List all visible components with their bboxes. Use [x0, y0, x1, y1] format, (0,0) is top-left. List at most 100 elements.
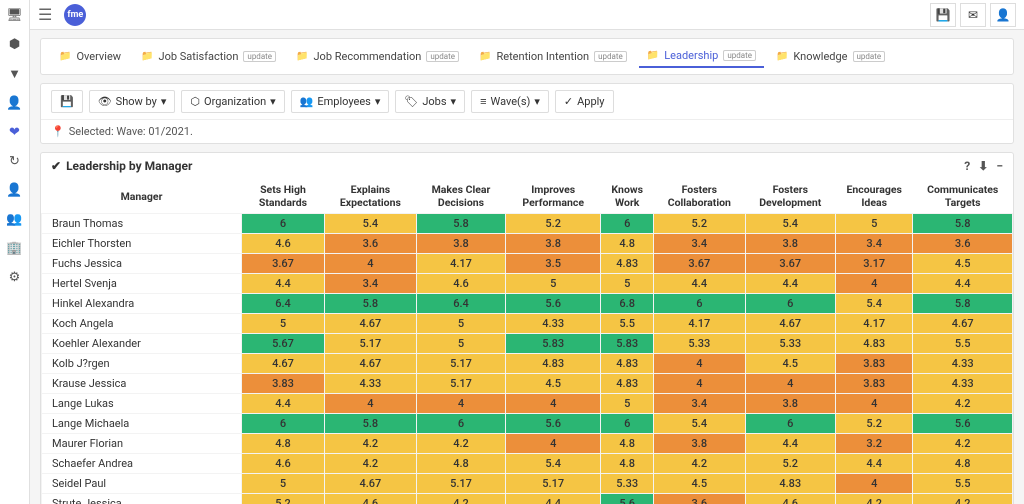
- score-cell: 3.83: [835, 374, 912, 394]
- score-cell: 4.67: [242, 354, 325, 374]
- score-cell: 4.8: [601, 434, 654, 454]
- organization-button[interactable]: ⬡ Organization ▾: [181, 90, 284, 113]
- score-cell: 3.67: [745, 254, 835, 274]
- col-header[interactable]: Fosters Development: [745, 179, 835, 214]
- jobs-button[interactable]: 🏷 Jobs ▾: [395, 90, 465, 113]
- manager-name: Strute Jessica: [42, 494, 242, 504]
- score-cell: 4.4: [506, 494, 601, 504]
- save-icon[interactable]: 💾: [930, 3, 956, 27]
- manager-name: Koch Angela: [42, 314, 242, 334]
- col-header[interactable]: Manager: [42, 179, 242, 214]
- tab-badge: update: [426, 51, 459, 62]
- users-icon[interactable]: 👥: [6, 212, 22, 227]
- col-header[interactable]: Makes Clear Decisions: [416, 179, 505, 214]
- check-icon: ✔: [51, 159, 61, 173]
- score-cell: 4.5: [654, 474, 745, 494]
- settings-icon[interactable]: ⚙: [9, 270, 21, 285]
- monitor-icon[interactable]: 🖥: [6, 8, 23, 23]
- score-cell: 5.4: [324, 214, 416, 234]
- waves-button[interactable]: ≡ Wave(s) ▾: [471, 90, 549, 113]
- score-cell: 3.6: [913, 234, 1013, 254]
- manager-name: Lange Michaela: [42, 414, 242, 434]
- manager-name: Schaefer Andrea: [42, 454, 242, 474]
- folder-icon: 📁: [479, 51, 491, 62]
- brand-logo: fme: [64, 4, 86, 26]
- score-cell: 4: [835, 394, 912, 414]
- score-cell: 4.83: [601, 254, 654, 274]
- score-cell: 5.33: [601, 474, 654, 494]
- table-row: Lange Michaela65.865.665.465.25.6: [42, 414, 1013, 434]
- score-cell: 4.4: [242, 394, 325, 414]
- tab-label: Knowledge: [793, 50, 847, 63]
- score-cell: 3.83: [242, 374, 325, 394]
- score-cell: 3.2: [835, 434, 912, 454]
- score-cell: 4.2: [835, 494, 912, 504]
- filter-icon[interactable]: ▼: [8, 66, 21, 82]
- col-header[interactable]: Improves Performance: [506, 179, 601, 214]
- tab-knowledge[interactable]: 📁Knowledgeupdate: [768, 46, 893, 67]
- refresh-icon[interactable]: ↻: [9, 154, 20, 169]
- score-cell: 4.83: [601, 374, 654, 394]
- profile-icon[interactable]: 👤: [990, 3, 1016, 27]
- left-sidebar: 🖥 ⬢ ▼ 👤 ❤ ↻ 👤 👥 🏢 ⚙: [0, 0, 30, 504]
- tab-label: Job Satisfaction: [159, 50, 239, 63]
- score-cell: 4.83: [601, 354, 654, 374]
- score-cell: 4: [654, 354, 745, 374]
- score-cell: 4.33: [324, 374, 416, 394]
- magnet-icon[interactable]: ⬢: [9, 37, 20, 52]
- score-cell: 4.6: [324, 494, 416, 504]
- table-row: Koch Angela54.6754.335.54.174.674.174.67: [42, 314, 1013, 334]
- tab-overview[interactable]: 📁Overview: [51, 46, 129, 67]
- tab-leadership[interactable]: 📁Leadershipupdate: [639, 45, 764, 68]
- user-icon[interactable]: 👤: [6, 183, 22, 198]
- mail-icon[interactable]: ✉: [960, 3, 986, 27]
- score-cell: 3.67: [654, 254, 745, 274]
- collapse-icon[interactable]: −: [996, 159, 1003, 173]
- tab-job-satisfaction[interactable]: 📁Job Satisfactionupdate: [133, 46, 284, 67]
- folder-icon: 📁: [647, 50, 659, 61]
- score-cell: 5: [601, 274, 654, 294]
- score-cell: 4.33: [913, 354, 1013, 374]
- menu-icon[interactable]: ☰: [38, 5, 52, 24]
- tabs-panel: 📁Overview📁Job Satisfactionupdate📁Job Rec…: [40, 38, 1014, 75]
- manager-name: Lange Lukas: [42, 394, 242, 414]
- employees-button[interactable]: 👥 Employees ▾: [291, 90, 390, 113]
- score-cell: 6: [745, 414, 835, 434]
- score-cell: 3.8: [416, 234, 505, 254]
- help-icon[interactable]: ?: [964, 159, 970, 173]
- showby-button[interactable]: 👁 Show by ▾: [89, 90, 176, 113]
- manager-name: Maurer Florian: [42, 434, 242, 454]
- score-cell: 4.2: [913, 434, 1013, 454]
- col-header[interactable]: Encourages Ideas: [835, 179, 912, 214]
- score-cell: 5.8: [324, 414, 416, 434]
- score-cell: 5.6: [601, 494, 654, 504]
- col-header[interactable]: Communicates Targets: [913, 179, 1013, 214]
- heart-icon[interactable]: ❤: [9, 125, 20, 140]
- download-icon[interactable]: ⬇: [978, 159, 988, 173]
- col-header[interactable]: Explains Expectations: [324, 179, 416, 214]
- folder-icon: 📁: [59, 51, 71, 62]
- tab-retention-intention[interactable]: 📁Retention Intentionupdate: [471, 46, 635, 67]
- table-row: Braun Thomas65.45.85.265.25.455.8: [42, 214, 1013, 234]
- score-cell: 4.8: [242, 434, 325, 454]
- col-header[interactable]: Fosters Collaboration: [654, 179, 745, 214]
- tab-job-recommendation[interactable]: 📁Job Recommendationupdate: [288, 46, 467, 67]
- col-header[interactable]: Sets High Standards: [242, 179, 325, 214]
- table-row: Strute Jessica5.24.64.24.45.63.64.64.24.…: [42, 494, 1013, 504]
- score-cell: 4: [835, 274, 912, 294]
- save-button[interactable]: 💾: [51, 90, 83, 113]
- score-cell: 4.67: [913, 314, 1013, 334]
- score-cell: 5.4: [835, 294, 912, 314]
- score-cell: 3.6: [654, 494, 745, 504]
- table-row: Seidel Paul54.675.175.175.334.54.8345.5: [42, 474, 1013, 494]
- leadership-table: ManagerSets High StandardsExplains Expec…: [41, 179, 1013, 504]
- apply-button[interactable]: ✓ Apply: [555, 90, 614, 113]
- user-plus-icon[interactable]: 👤: [6, 96, 22, 111]
- score-cell: 4.4: [745, 434, 835, 454]
- building-icon[interactable]: 🏢: [6, 241, 22, 256]
- folder-icon: 📁: [296, 51, 308, 62]
- score-cell: 4.17: [654, 314, 745, 334]
- score-cell: 3.83: [835, 354, 912, 374]
- score-cell: 4.4: [745, 274, 835, 294]
- col-header[interactable]: Knows Work: [601, 179, 654, 214]
